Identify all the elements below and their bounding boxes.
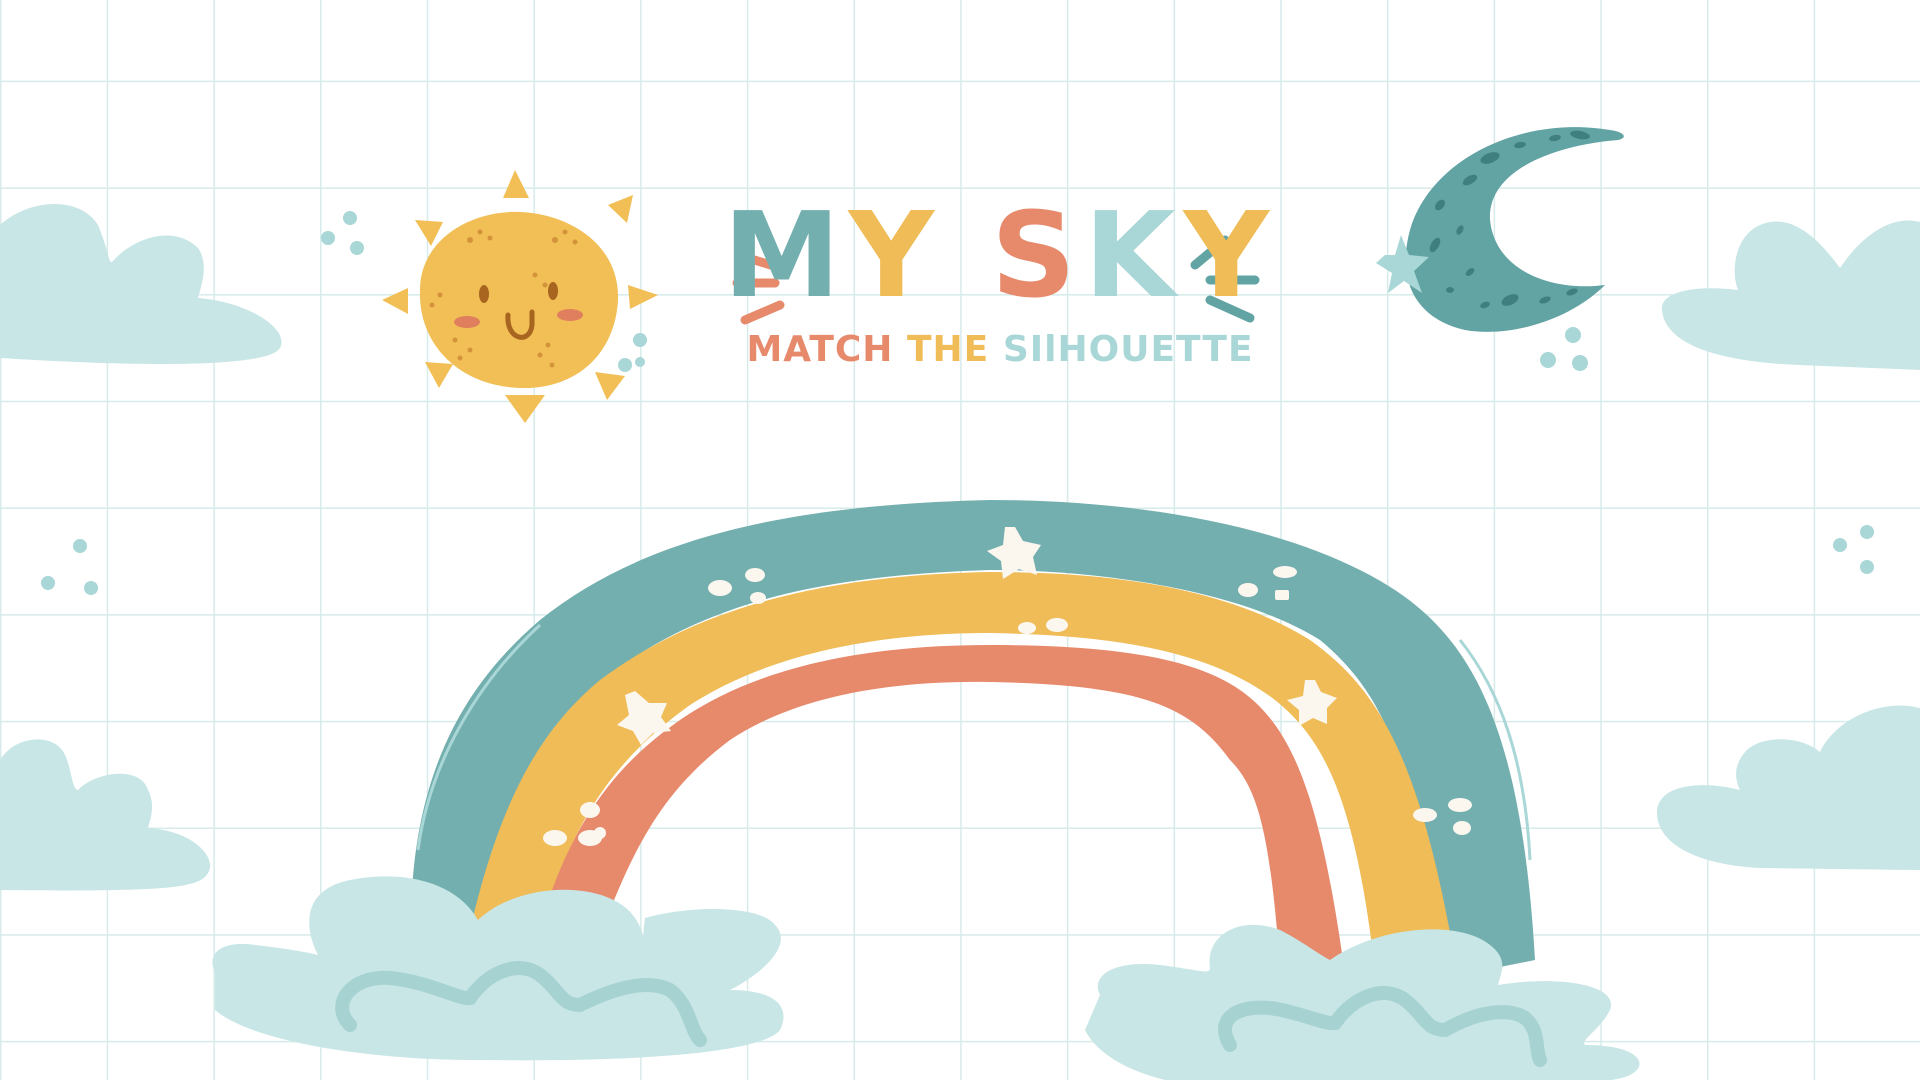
cloud-icon-top-left <box>0 203 282 364</box>
cloud-icon-bottom-left <box>0 739 211 891</box>
game-title: MY SKY <box>720 196 1280 314</box>
moon-icon <box>1376 127 1624 371</box>
cloud-icon-rainbow-right <box>1085 925 1640 1080</box>
title-letter: M <box>723 186 849 324</box>
title-letter <box>942 186 991 324</box>
title-letter: S <box>991 186 1085 324</box>
cloud-icon-top-right <box>1661 220 1920 370</box>
cloud-icon-bottom-right <box>1656 705 1920 870</box>
game-subtitle: MATCH THE SIlHOUETTE <box>720 332 1280 368</box>
title-letter: K <box>1084 186 1184 324</box>
title-letter: Y <box>1183 186 1277 324</box>
subtitle-word: SIlHOUETTE <box>1002 329 1254 370</box>
title-letter: Y <box>848 186 942 324</box>
game-board: MY SKY MATCH THE SIlHOUETTE <box>0 0 1920 1080</box>
subtitle-word: MATCH <box>746 329 894 370</box>
subtitle-word: THE <box>906 329 990 370</box>
sun-icon <box>321 170 658 423</box>
title-block: MY SKY MATCH THE SIlHOUETTE <box>720 196 1280 368</box>
scene-illustration <box>0 127 1920 1080</box>
